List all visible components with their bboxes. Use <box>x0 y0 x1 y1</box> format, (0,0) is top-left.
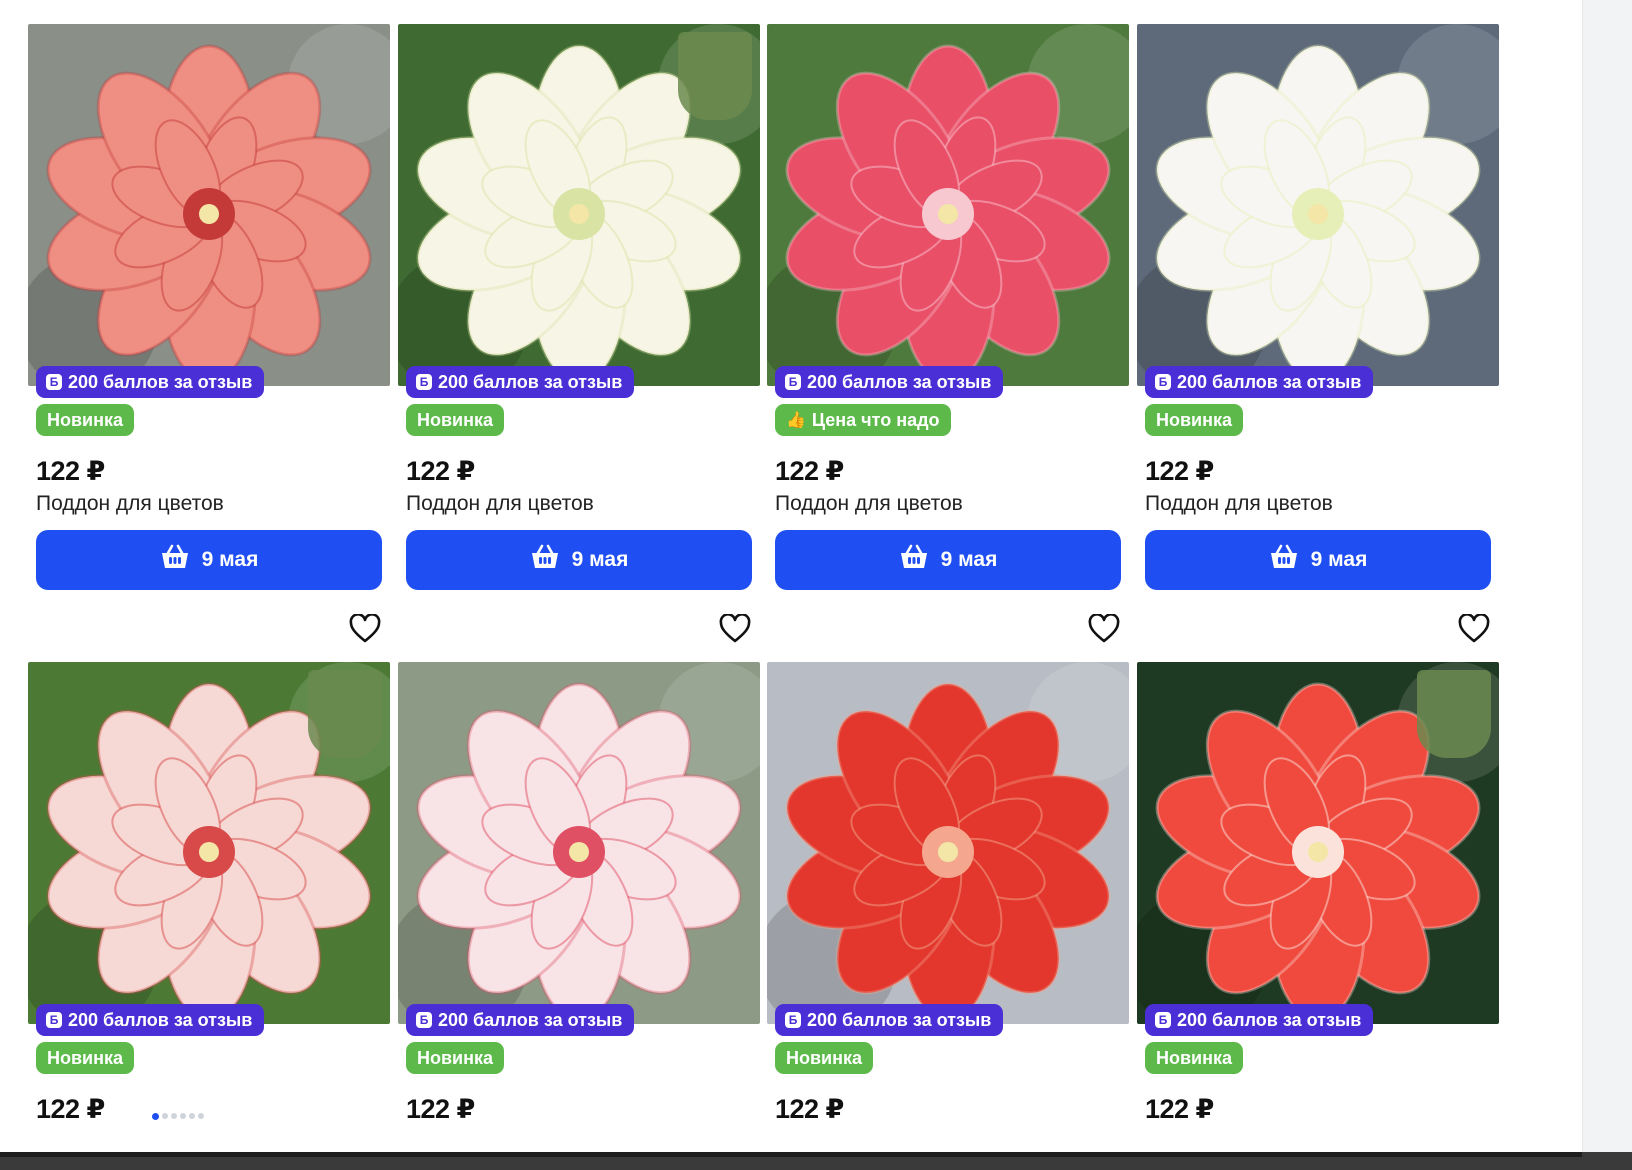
stamp-logo <box>678 32 752 120</box>
product-price: 122 ₽ <box>406 1094 475 1124</box>
thumbs-up-icon: 👍 <box>786 412 806 429</box>
stamp-logo <box>308 670 382 758</box>
add-to-cart-button[interactable]: 9 мая <box>775 530 1121 590</box>
review-bonus-badge: Б 200 баллов за отзыв <box>36 366 265 398</box>
product-tag-text: Цена что надо <box>811 409 940 430</box>
product-tag-text: Новинка <box>1156 1047 1233 1068</box>
stamp-logo <box>1417 670 1491 758</box>
favorite-heart-icon[interactable] <box>348 612 382 646</box>
review-bonus-badge: Б 200 баллов за отзыв <box>775 366 1004 398</box>
add-to-cart-button[interactable]: 9 мая <box>36 530 382 590</box>
bonus-points-icon: Б <box>785 374 801 390</box>
delivery-date: 9 мая <box>201 548 259 571</box>
delivery-date: 9 мая <box>1310 548 1368 571</box>
bonus-points-icon: Б <box>46 1012 62 1028</box>
product-tag-badge: Новинка <box>406 1042 505 1074</box>
product-title[interactable]: Поддон для цветов <box>36 492 224 516</box>
product-image[interactable] <box>1137 24 1499 386</box>
product-tag-badge: Новинка <box>775 1042 874 1074</box>
bonus-points-icon: Б <box>416 1012 432 1028</box>
review-bonus-badge: Б 200 баллов за отзыв <box>406 366 635 398</box>
review-bonus-text: 200 баллов за отзыв <box>1177 371 1362 392</box>
product-price: 122 ₽ <box>1145 1094 1214 1124</box>
product-price: 122 ₽ <box>1145 456 1214 486</box>
product-tag-badge: Новинка <box>1145 1042 1244 1074</box>
product-image[interactable] <box>28 24 390 386</box>
carousel-dots[interactable] <box>152 1113 204 1120</box>
product-tag-badge: Новинка <box>406 404 505 436</box>
product-title[interactable]: Поддон для цветов <box>775 492 963 516</box>
product-tag-text: Новинка <box>47 1047 124 1068</box>
carousel-dot[interactable] <box>180 1113 186 1119</box>
product-tag-text: Новинка <box>417 1047 494 1068</box>
carousel-dot[interactable] <box>171 1113 177 1119</box>
bonus-points-icon: Б <box>785 1012 801 1028</box>
carousel-dot[interactable] <box>152 1113 159 1120</box>
bonus-points-icon: Б <box>416 374 432 390</box>
review-bonus-badge: Б 200 баллов за отзыв <box>1145 1004 1374 1036</box>
bottom-toolbar <box>0 1152 1632 1170</box>
bonus-points-icon: Б <box>1155 374 1171 390</box>
product-grid-page: Б 200 баллов за отзыв Новинка 122 ₽ Поддон… <box>0 0 1582 1170</box>
review-bonus-badge: Б 200 баллов за отзыв <box>36 1004 265 1036</box>
review-bonus-text: 200 баллов за отзыв <box>68 1009 253 1030</box>
product-tag-badge: Новинка <box>36 404 135 436</box>
product-price: 122 ₽ <box>775 456 844 486</box>
review-bonus-text: 200 баллов за отзыв <box>68 371 253 392</box>
carousel-dot[interactable] <box>162 1113 168 1119</box>
review-bonus-text: 200 баллов за отзыв <box>807 1009 992 1030</box>
product-image[interactable] <box>1137 662 1499 1024</box>
product-tag-text: Новинка <box>1156 409 1233 430</box>
product-image[interactable] <box>28 662 390 1024</box>
review-bonus-text: 200 баллов за отзыв <box>438 371 623 392</box>
product-image[interactable] <box>767 662 1129 1024</box>
review-bonus-text: 200 баллов за отзыв <box>438 1009 623 1030</box>
review-bonus-badge: Б 200 баллов за отзыв <box>406 1004 635 1036</box>
bonus-points-icon: Б <box>46 374 62 390</box>
favorite-heart-icon[interactable] <box>718 612 752 646</box>
product-price: 122 ₽ <box>36 1094 105 1124</box>
scrollbar-track[interactable] <box>1582 0 1632 1170</box>
product-tag-text: Новинка <box>786 1047 863 1068</box>
bonus-points-icon: Б <box>1155 1012 1171 1028</box>
product-tag-badge: 👍 Цена что надо <box>775 404 951 436</box>
carousel-dot[interactable] <box>198 1113 204 1119</box>
product-image[interactable] <box>767 24 1129 386</box>
add-to-cart-button[interactable]: 9 мая <box>1145 530 1491 590</box>
product-tag-text: Новинка <box>417 409 494 430</box>
delivery-date: 9 мая <box>571 548 629 571</box>
basket-icon <box>1269 544 1299 576</box>
review-bonus-badge: Б 200 баллов за отзыв <box>1145 366 1374 398</box>
product-tag-text: Новинка <box>47 409 124 430</box>
review-bonus-badge: Б 200 баллов за отзыв <box>775 1004 1004 1036</box>
product-image[interactable] <box>398 662 760 1024</box>
carousel-dot[interactable] <box>189 1113 195 1119</box>
basket-icon <box>899 544 929 576</box>
basket-icon <box>530 544 560 576</box>
product-image[interactable] <box>398 24 760 386</box>
review-bonus-text: 200 баллов за отзыв <box>1177 1009 1362 1030</box>
review-bonus-text: 200 баллов за отзыв <box>807 371 992 392</box>
product-title[interactable]: Поддон для цветов <box>1145 492 1333 516</box>
product-price: 122 ₽ <box>406 456 475 486</box>
favorite-heart-icon[interactable] <box>1087 612 1121 646</box>
product-price: 122 ₽ <box>36 456 105 486</box>
product-tag-badge: Новинка <box>1145 404 1244 436</box>
product-title[interactable]: Поддон для цветов <box>406 492 594 516</box>
add-to-cart-button[interactable]: 9 мая <box>406 530 752 590</box>
favorite-heart-icon[interactable] <box>1457 612 1491 646</box>
product-price: 122 ₽ <box>775 1094 844 1124</box>
basket-icon <box>160 544 190 576</box>
product-tag-badge: Новинка <box>36 1042 135 1074</box>
delivery-date: 9 мая <box>940 548 998 571</box>
